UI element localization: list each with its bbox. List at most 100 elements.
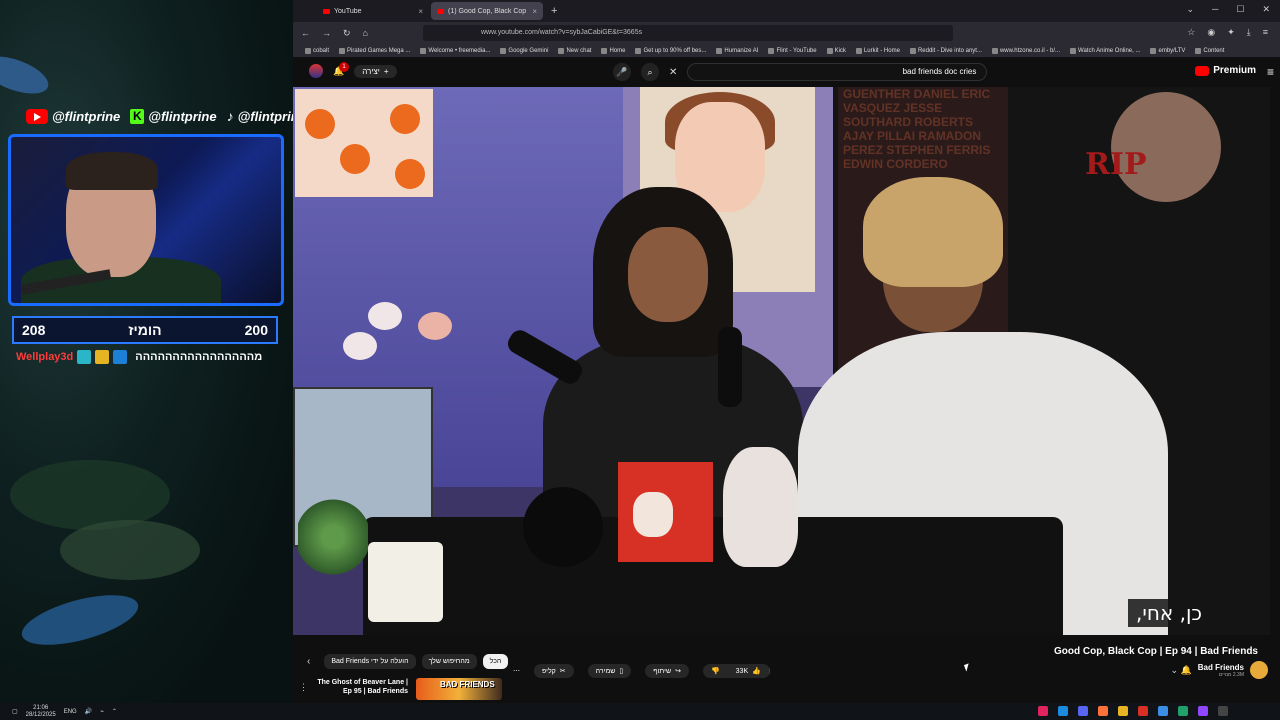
maximize-icon[interactable]: ☐: [1236, 4, 1244, 15]
navigation-bar: ← → ↻ ⌂ www.youtube.com/watch?v=sybJaCab…: [293, 22, 1280, 44]
discord-icon[interactable]: [1078, 706, 1088, 716]
youtube-favicon-icon: [323, 8, 330, 14]
recommendation-chips: ‹ הועלה על ידי Bad Friends מהחיפוש שלך ה…: [307, 654, 509, 669]
new-tab-icon[interactable]: +: [551, 5, 557, 17]
tab-video[interactable]: (1) Good Cop, Black Cop | Ep 94 ×: [431, 2, 543, 20]
save-button[interactable]: ▯ שמירה: [587, 664, 632, 678]
chip-all[interactable]: הכל: [482, 654, 509, 669]
channel-info: ⌄ 🔔 Bad Friends 2.3M מנויים: [1171, 661, 1268, 679]
clock[interactable]: 21:06 28/12/2025: [26, 705, 56, 719]
close-icon[interactable]: ×: [532, 7, 537, 16]
chat-message: Wellplay3d מהההההההההההההההה: [16, 350, 262, 364]
subscribe-bell-icon[interactable]: ⌄ 🔔: [1171, 665, 1192, 676]
bookmark-item[interactable]: Kick: [826, 47, 846, 54]
back-icon[interactable]: ←: [301, 28, 310, 38]
network-icon[interactable]: ⌁: [100, 708, 104, 715]
bookmark-favicon-icon: [991, 47, 998, 54]
address-bar[interactable]: www.youtube.com/watch?v=sybJaCabiGE&t=36…: [423, 25, 953, 41]
tab-bar: YouTube × (1) Good Cop, Black Cop | Ep 9…: [293, 0, 1280, 22]
app-icon[interactable]: [1218, 706, 1228, 716]
notifications-bell-icon[interactable]: 🔔 1: [333, 61, 349, 77]
reload-icon[interactable]: ↻: [343, 28, 351, 39]
youtube-icon: [26, 108, 48, 124]
tab-youtube[interactable]: YouTube ×: [317, 2, 429, 20]
bookmark-item[interactable]: Reddit - Dive into anyt...: [909, 47, 982, 54]
firefox-icon[interactable]: [1098, 706, 1108, 716]
avatar[interactable]: [309, 64, 323, 78]
bookmark-item[interactable]: Google Gemini: [500, 47, 548, 54]
bookmark-favicon-icon: [558, 47, 565, 54]
bookmark-item[interactable]: Content: [1195, 47, 1224, 54]
notification-center-icon[interactable]: ▢: [12, 708, 18, 715]
like-button[interactable]: 33K 👍: [728, 664, 770, 678]
search-icon[interactable]: ⌕: [641, 63, 659, 81]
bookmark-item[interactable]: Humanize AI: [716, 47, 758, 54]
folder-icon[interactable]: [1118, 706, 1128, 716]
chat-text: מהההההההההההההההה: [135, 351, 263, 363]
bookmark-item[interactable]: emby/LTV: [1150, 47, 1185, 54]
extensions-icon[interactable]: ✦: [1227, 27, 1235, 38]
stream-overlay: @flintprine K @flintprine ♪ @flintprine …: [0, 0, 293, 703]
scissors-icon: ✂: [559, 668, 566, 675]
bookmark-item[interactable]: Welcome • freemedia...: [420, 47, 490, 54]
bookmark-item[interactable]: Home: [601, 47, 625, 54]
bookmark-item[interactable]: Flint - YouTube: [768, 47, 817, 54]
pinned-apps: [1038, 706, 1228, 716]
bookmark-item[interactable]: cobalt: [305, 47, 329, 54]
bookmark-favicon-icon: [1070, 47, 1076, 54]
clear-search-icon[interactable]: ✕: [669, 67, 677, 78]
recommended-thumbnail[interactable]: BAD FRIENDS: [416, 678, 502, 700]
account-icon[interactable]: ◉: [1207, 27, 1215, 38]
social-youtube: @flintprine: [26, 108, 120, 124]
recommended-video[interactable]: ⋮ The Ghost of Beaver Lane | Ep 95 | Bad…: [299, 678, 502, 700]
steam-icon[interactable]: [1058, 706, 1068, 716]
notification-count: 1: [339, 61, 349, 72]
home-icon[interactable]: ⌂: [363, 28, 368, 38]
share-button[interactable]: ↪ שיתוף: [645, 664, 689, 678]
youtube-header: 🔔 1 יצירה + 🎤 ⌕ ✕ bad friends doc cries …: [293, 58, 1280, 86]
list-tabs-icon[interactable]: ⌄: [1186, 4, 1194, 15]
minimize-icon[interactable]: ─: [1212, 4, 1218, 15]
close-window-icon[interactable]: ✕: [1262, 4, 1270, 15]
menu-icon[interactable]: ≡: [1263, 27, 1268, 38]
chrome-icon[interactable]: [1138, 706, 1148, 716]
bookmark-item[interactable]: www.htzone.co.il - b/...: [991, 47, 1060, 54]
chevron-left-icon[interactable]: ‹: [307, 656, 310, 667]
app-icon[interactable]: [1038, 706, 1048, 716]
app-icon[interactable]: [1158, 706, 1168, 716]
create-button[interactable]: יצירה +: [354, 64, 397, 78]
more-actions-icon[interactable]: ⋯: [513, 667, 520, 675]
taskbar: ▢ 21:06 28/12/2025 ENG 🔊 ⌁ ⌃: [0, 703, 1280, 720]
bookmark-item[interactable]: Lurkit - Home: [855, 47, 900, 54]
video-player[interactable]: GUENTHER DANIEL ERIC VASQUEZ JESSE SOUTH…: [293, 87, 1270, 635]
channel-name[interactable]: Bad Friends: [1198, 663, 1244, 672]
bookmark-item[interactable]: Get up to 90% off bes...: [635, 47, 706, 54]
download-icon[interactable]: ⤓: [1247, 27, 1251, 38]
app-icon[interactable]: [1178, 706, 1188, 716]
chip-uploaded-by[interactable]: הועלה על ידי Bad Friends: [324, 654, 416, 669]
volume-icon[interactable]: 🔊: [85, 708, 92, 715]
forward-icon[interactable]: →: [322, 28, 331, 38]
chip-from-search[interactable]: מהחיפוש שלך: [421, 654, 477, 669]
channel-avatar[interactable]: [1250, 661, 1268, 679]
youtube-premium-logo[interactable]: Premium: [1195, 65, 1256, 76]
window-controls: ⌄ ─ ☐ ✕: [1186, 4, 1270, 15]
tray-overflow-icon[interactable]: ⌃: [112, 708, 117, 715]
like-dislike-group: 👎 33K 👍: [702, 664, 770, 678]
bookmark-star-icon[interactable]: ☆: [1187, 27, 1195, 38]
voice-search-icon[interactable]: 🎤: [613, 63, 631, 81]
search-input[interactable]: bad friends doc cries: [687, 63, 988, 81]
share-icon: ↪: [675, 668, 681, 675]
hamburger-menu-icon[interactable]: ≡: [1267, 65, 1274, 79]
bookmark-item[interactable]: Pirated Games Mega ...: [339, 47, 410, 54]
language-indicator[interactable]: ENG: [64, 709, 77, 715]
bookmark-item[interactable]: Watch Anime Online, ...: [1070, 47, 1140, 54]
more-options-icon[interactable]: ⋮: [299, 682, 308, 693]
app-icon[interactable]: [1198, 706, 1208, 716]
close-icon[interactable]: ×: [418, 7, 423, 16]
recommended-title[interactable]: The Ghost of Beaver Lane | Ep 95 | Bad F…: [316, 678, 408, 696]
thumbs-up-icon: 👍: [752, 668, 761, 675]
bookmark-item[interactable]: New chat: [558, 47, 591, 54]
clip-button[interactable]: ✂ קליפ: [534, 664, 574, 678]
dislike-button[interactable]: 👎: [703, 664, 728, 678]
